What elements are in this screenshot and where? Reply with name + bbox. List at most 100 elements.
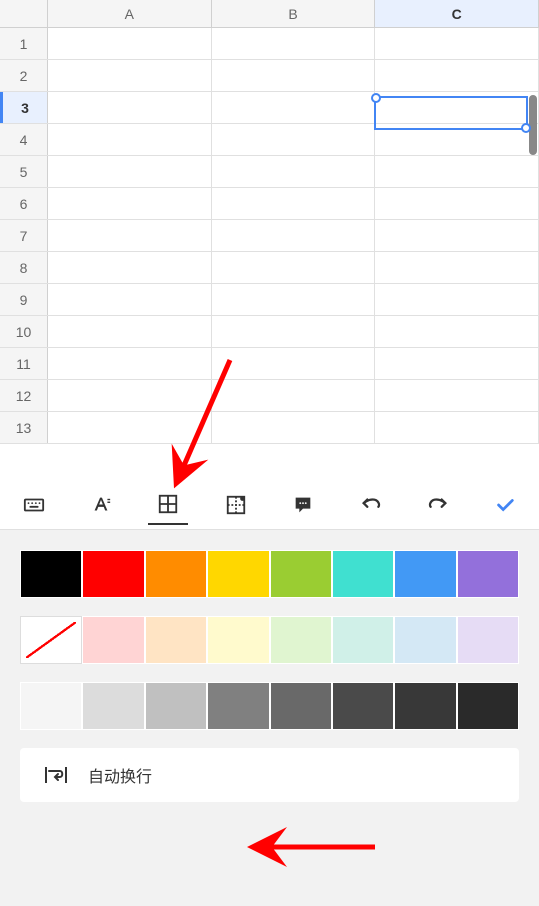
cell-B3[interactable] [212, 92, 376, 123]
cell-C13[interactable] [375, 412, 539, 443]
cell-C12[interactable] [375, 380, 539, 411]
cell-C10[interactable] [375, 316, 539, 347]
cell-B12[interactable] [212, 380, 376, 411]
cell-A11[interactable] [48, 348, 212, 379]
cell-C2[interactable] [375, 60, 539, 91]
col-header-b[interactable]: B [212, 0, 376, 27]
cell-C4[interactable] [375, 124, 539, 155]
light-swatch-6[interactable] [394, 616, 456, 664]
row-header-3[interactable]: 3 [0, 92, 48, 123]
table-row: 6 [0, 188, 539, 220]
cell-C11[interactable] [375, 348, 539, 379]
redo-button[interactable] [418, 485, 458, 525]
gray-swatch-6[interactable] [394, 682, 456, 730]
cell-A6[interactable] [48, 188, 212, 219]
cell-B9[interactable] [212, 284, 376, 315]
undo-button[interactable] [351, 485, 391, 525]
table-row: 3 [0, 92, 539, 124]
borders-button[interactable] [148, 485, 188, 525]
gray-swatch-4[interactable] [270, 682, 332, 730]
col-header-a[interactable]: A [48, 0, 212, 27]
vertical-scrollbar[interactable] [529, 95, 537, 155]
row-header-7[interactable]: 7 [0, 220, 48, 251]
col-header-c[interactable]: C [375, 0, 539, 27]
solid-swatch-0[interactable] [20, 550, 82, 598]
gray-swatch-2[interactable] [145, 682, 207, 730]
cell-B6[interactable] [212, 188, 376, 219]
solid-swatch-6[interactable] [394, 550, 456, 598]
light-swatch-4[interactable] [270, 616, 332, 664]
cell-B4[interactable] [212, 124, 376, 155]
light-swatch-3[interactable] [207, 616, 269, 664]
gray-swatch-5[interactable] [332, 682, 394, 730]
cell-B5[interactable] [212, 156, 376, 187]
cell-C5[interactable] [375, 156, 539, 187]
light-swatch-1[interactable] [82, 616, 144, 664]
light-swatch-5[interactable] [332, 616, 394, 664]
row-header-8[interactable]: 8 [0, 252, 48, 283]
gray-swatch-7[interactable] [457, 682, 519, 730]
light-swatch-7[interactable] [457, 616, 519, 664]
solid-swatch-4[interactable] [270, 550, 332, 598]
row-header-2[interactable]: 2 [0, 60, 48, 91]
cell-C1[interactable] [375, 28, 539, 59]
cell-C8[interactable] [375, 252, 539, 283]
row-header-6[interactable]: 6 [0, 188, 48, 219]
cell-A1[interactable] [48, 28, 212, 59]
table-row: 2 [0, 60, 539, 92]
gray-swatch-1[interactable] [82, 682, 144, 730]
insert-cell-button[interactable] [216, 485, 256, 525]
table-row: 9 [0, 284, 539, 316]
table-row: 7 [0, 220, 539, 252]
cell-B10[interactable] [212, 316, 376, 347]
gray-swatch-0[interactable] [20, 682, 82, 730]
row-header-5[interactable]: 5 [0, 156, 48, 187]
cell-B8[interactable] [212, 252, 376, 283]
cell-A2[interactable] [48, 60, 212, 91]
cell-A13[interactable] [48, 412, 212, 443]
cell-C3[interactable] [375, 92, 539, 123]
cell-A7[interactable] [48, 220, 212, 251]
color-row-gray [20, 682, 519, 730]
cell-B2[interactable] [212, 60, 376, 91]
row-header-13[interactable]: 13 [0, 412, 48, 443]
wrap-text-button[interactable]: 自动换行 [20, 748, 519, 802]
cell-C9[interactable] [375, 284, 539, 315]
table-row: 4 [0, 124, 539, 156]
cell-B7[interactable] [212, 220, 376, 251]
solid-swatch-5[interactable] [332, 550, 394, 598]
keyboard-button[interactable] [14, 485, 54, 525]
comment-button[interactable] [283, 485, 323, 525]
gray-swatch-3[interactable] [207, 682, 269, 730]
table-row: 8 [0, 252, 539, 284]
cell-A5[interactable] [48, 156, 212, 187]
cell-A10[interactable] [48, 316, 212, 347]
light-swatch-2[interactable] [145, 616, 207, 664]
cell-A4[interactable] [48, 124, 212, 155]
cell-A9[interactable] [48, 284, 212, 315]
cell-A12[interactable] [48, 380, 212, 411]
row-header-12[interactable]: 12 [0, 380, 48, 411]
solid-swatch-3[interactable] [207, 550, 269, 598]
cell-B11[interactable] [212, 348, 376, 379]
table-row: 5 [0, 156, 539, 188]
row-header-9[interactable]: 9 [0, 284, 48, 315]
row-header-11[interactable]: 11 [0, 348, 48, 379]
cell-B1[interactable] [212, 28, 376, 59]
row-header-1[interactable]: 1 [0, 28, 48, 59]
text-format-button[interactable] [81, 485, 121, 525]
row-header-4[interactable]: 4 [0, 124, 48, 155]
solid-swatch-1[interactable] [82, 550, 144, 598]
row-header-10[interactable]: 10 [0, 316, 48, 347]
undo-icon [360, 494, 382, 516]
done-button[interactable] [485, 485, 525, 525]
light-swatch-0[interactable] [20, 616, 82, 664]
solid-swatch-7[interactable] [457, 550, 519, 598]
cell-A3[interactable] [48, 92, 212, 123]
cell-C6[interactable] [375, 188, 539, 219]
solid-swatch-2[interactable] [145, 550, 207, 598]
cell-C7[interactable] [375, 220, 539, 251]
corner-cell[interactable] [0, 0, 48, 27]
cell-B13[interactable] [212, 412, 376, 443]
cell-A8[interactable] [48, 252, 212, 283]
